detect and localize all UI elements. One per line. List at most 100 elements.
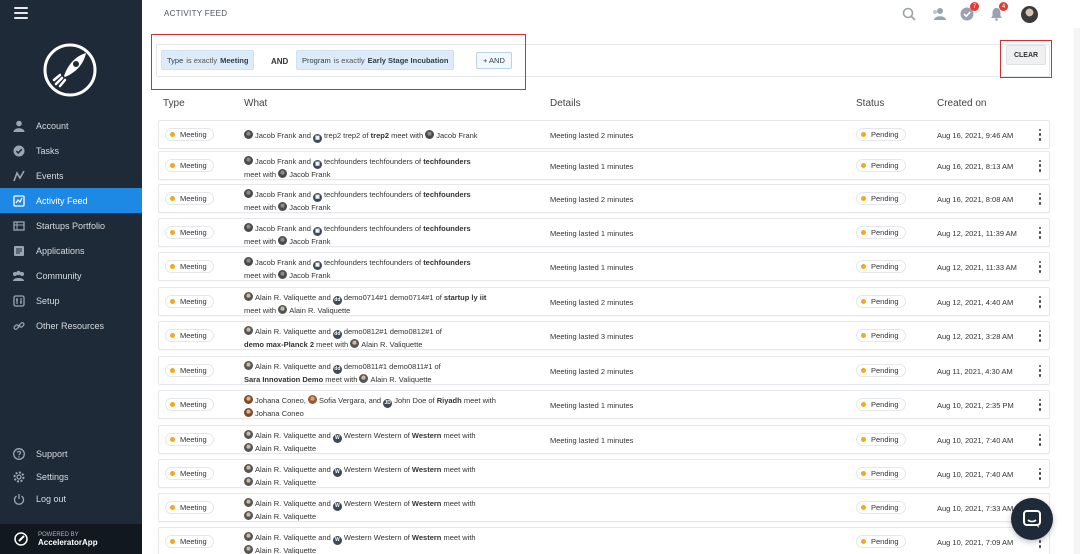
more-options-icon[interactable] bbox=[1037, 433, 1043, 446]
status-label: Pending bbox=[871, 228, 899, 237]
sidebar-item-applications[interactable]: Applications bbox=[0, 238, 142, 263]
table-row[interactable]: Meeting Alain R. Valiquette and dd demo081… bbox=[158, 356, 1050, 385]
more-options-icon[interactable] bbox=[1037, 159, 1043, 172]
pending-dot bbox=[861, 471, 866, 476]
sidebar-item-other-resources[interactable]: Other Resources bbox=[0, 313, 142, 338]
brand-name: AcceleratorApp bbox=[38, 538, 98, 547]
type-pill: Meeting bbox=[165, 260, 214, 273]
table-row[interactable]: Meeting Johana Coneo, Sofia Vergara, and … bbox=[158, 390, 1050, 419]
rocket-logo[interactable] bbox=[42, 42, 98, 98]
created-cell: Aug 10, 2021, 2:35 PM bbox=[937, 400, 1014, 410]
details-cell: Meeting lasted 2 minutes bbox=[550, 297, 634, 307]
what-cell: Alain R. Valiquette and W Western Western… bbox=[244, 430, 544, 455]
created-cell: Aug 16, 2021, 8:08 AM bbox=[937, 194, 1014, 204]
meeting-dot bbox=[170, 437, 175, 442]
more-options-icon[interactable] bbox=[1037, 467, 1043, 480]
bell-icon[interactable]: 4 bbox=[987, 2, 1008, 23]
type-label: Meeting bbox=[180, 537, 207, 546]
sidebar-item-events[interactable]: Events bbox=[0, 163, 142, 188]
table-row[interactable]: Meeting Jacob Frank and ▦ techfounders tec… bbox=[158, 252, 1050, 281]
clear-button[interactable]: CLEAR bbox=[1006, 45, 1046, 65]
table-row[interactable]: Meeting Alain R. Valiquette and W Western … bbox=[158, 493, 1050, 522]
menu-icon[interactable] bbox=[14, 7, 28, 19]
people-icon[interactable] bbox=[929, 5, 947, 23]
meeting-dot bbox=[170, 539, 175, 544]
sidebar-item-account[interactable]: Account bbox=[0, 113, 142, 138]
more-options-icon[interactable] bbox=[1037, 128, 1043, 141]
page-title: ACTIVITY FEED bbox=[164, 9, 228, 18]
created-cell: Aug 12, 2021, 11:39 AM bbox=[937, 228, 1017, 238]
status-pill: Pending bbox=[856, 159, 906, 172]
details-cell: Meeting lasted 2 minutes bbox=[550, 130, 634, 140]
details-cell: Meeting lasted 2 minutes bbox=[550, 194, 634, 204]
sidebar-item-label: Setup bbox=[36, 295, 60, 306]
type-label: Meeting bbox=[180, 503, 207, 512]
table-row[interactable]: Meeting Jacob Frank and ▦ trep2 trep2 of t… bbox=[158, 120, 1050, 149]
more-options-icon[interactable] bbox=[1037, 398, 1043, 411]
table-row[interactable]: Meeting Alain R. Valiquette and W Western … bbox=[158, 425, 1050, 454]
table-row[interactable]: Meeting Alain R. Valiquette and W Western … bbox=[158, 459, 1050, 488]
header-what[interactable]: What bbox=[244, 98, 267, 109]
status-label: Pending bbox=[871, 537, 899, 546]
what-cell: Jacob Frank and ▦ techfounders techfounde… bbox=[244, 257, 471, 280]
more-options-icon[interactable] bbox=[1037, 226, 1043, 239]
gear-icon bbox=[12, 470, 25, 483]
type-pill: Meeting bbox=[165, 192, 214, 205]
sidebar-item-label: Events bbox=[36, 170, 64, 181]
type-pill: Meeting bbox=[165, 467, 214, 480]
sidebar-item-log-out[interactable]: Log out bbox=[0, 488, 142, 511]
sidebar-bottom-nav: Support Settings Log out bbox=[0, 443, 142, 511]
user-icon bbox=[12, 119, 25, 132]
user-avatar[interactable] bbox=[1021, 5, 1038, 23]
meeting-dot bbox=[170, 163, 175, 168]
type-pill: Meeting bbox=[165, 128, 214, 141]
pending-dot bbox=[861, 264, 866, 269]
more-options-icon[interactable] bbox=[1037, 295, 1043, 308]
sidebar-item-setup[interactable]: Setup bbox=[0, 288, 142, 313]
scrollbar[interactable] bbox=[1074, 28, 1080, 554]
table-row[interactable]: Meeting Alain R. Valiquette and W Western … bbox=[158, 527, 1050, 554]
status-label: Pending bbox=[871, 366, 899, 375]
sidebar-item-startups-portfolio[interactable]: Startups Portfolio bbox=[0, 213, 142, 238]
more-options-icon[interactable] bbox=[1037, 192, 1043, 205]
meeting-dot bbox=[170, 402, 175, 407]
created-cell: Aug 10, 2021, 7:40 AM bbox=[937, 469, 1014, 479]
header-details[interactable]: Details bbox=[550, 98, 581, 109]
header-created[interactable]: Created on bbox=[937, 98, 986, 109]
sidebar-item-tasks[interactable]: Tasks bbox=[0, 138, 142, 163]
sidebar-item-settings[interactable]: Settings bbox=[0, 466, 142, 489]
more-options-icon[interactable] bbox=[1037, 260, 1043, 273]
header-type[interactable]: Type bbox=[163, 98, 185, 109]
more-options-icon[interactable] bbox=[1037, 329, 1043, 342]
type-label: Meeting bbox=[180, 262, 207, 271]
table-row[interactable]: Meeting Jacob Frank and ▦ techfounders tec… bbox=[158, 151, 1050, 180]
table-row[interactable]: Meeting Alain R. Valiquette and dd demo081… bbox=[158, 321, 1050, 350]
and-label: AND bbox=[271, 57, 289, 66]
check-circle-icon bbox=[12, 144, 25, 157]
status-label: Pending bbox=[871, 194, 899, 203]
table-row[interactable]: Meeting Jacob Frank and ▦ techfounders tec… bbox=[158, 184, 1050, 213]
chat-button[interactable] bbox=[1011, 498, 1053, 540]
table-row[interactable]: Meeting Jacob Frank and ▦ techfounders tec… bbox=[158, 218, 1050, 247]
tasks-icon[interactable]: 7 bbox=[958, 2, 979, 23]
more-options-icon[interactable] bbox=[1037, 364, 1043, 377]
type-pill: Meeting bbox=[165, 159, 214, 172]
created-cell: Aug 12, 2021, 11:33 AM bbox=[937, 262, 1017, 272]
header-status[interactable]: Status bbox=[856, 98, 884, 109]
filter-chip-value: Early Stage Incubation bbox=[367, 55, 449, 65]
filter-chip-program[interactable]: Program is exactly Early Stage Incubatio… bbox=[296, 50, 455, 70]
add-and-button[interactable]: + AND bbox=[476, 52, 512, 69]
sidebar-item-support[interactable]: Support bbox=[0, 443, 142, 466]
type-pill: Meeting bbox=[165, 433, 214, 446]
status-pill: Pending bbox=[856, 226, 906, 239]
sidebar-item-activity-feed[interactable]: Activity Feed bbox=[0, 188, 142, 213]
status-label: Pending bbox=[871, 130, 899, 139]
status-pill: Pending bbox=[856, 501, 906, 514]
search-icon[interactable] bbox=[900, 5, 918, 23]
created-cell: Aug 11, 2021, 4:30 AM bbox=[937, 366, 1013, 376]
filter-chip-type[interactable]: Type is exactly Meeting bbox=[161, 50, 255, 70]
meeting-dot bbox=[170, 264, 175, 269]
sidebar-item-community[interactable]: Community bbox=[0, 263, 142, 288]
what-cell: Jacob Frank and ▦ techfounders techfounde… bbox=[244, 156, 471, 179]
table-row[interactable]: Meeting Alain R. Valiquette and dd demo071… bbox=[158, 287, 1050, 316]
